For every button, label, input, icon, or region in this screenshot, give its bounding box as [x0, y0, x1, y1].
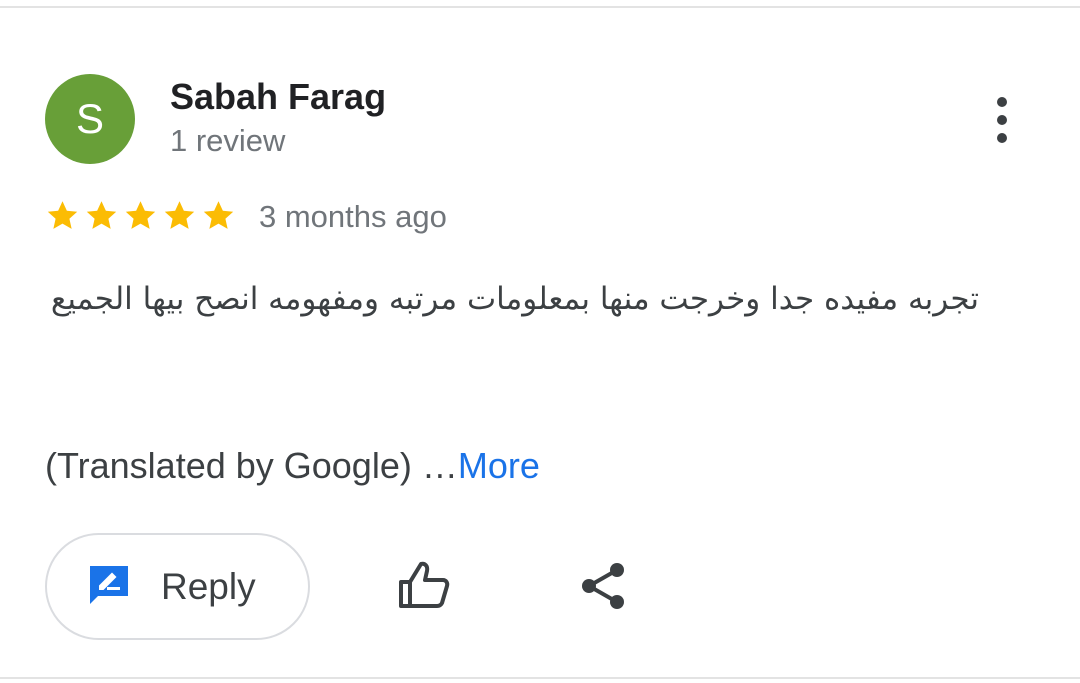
star-icon [200, 198, 237, 234]
menu-dot [997, 115, 1007, 125]
review-text: تجربه مفيده جدا وخرجت منها بمعلومات مرتب… [50, 281, 979, 317]
more-link[interactable]: More [458, 445, 540, 486]
star-icon [44, 198, 81, 234]
share-icon[interactable] [578, 560, 628, 612]
review-card: S Sabah Farag 1 review 3 months ago تجرب… [0, 0, 1080, 683]
review-time: 3 months ago [259, 199, 447, 234]
avatar-initial: S [75, 95, 104, 142]
avatar[interactable]: S [45, 74, 135, 164]
thumbs-up-icon[interactable] [395, 558, 453, 612]
star-icon [122, 198, 159, 234]
more-vert-icon[interactable] [980, 94, 1024, 146]
author-name[interactable]: Sabah Farag [170, 76, 386, 118]
star-icon [83, 198, 120, 234]
bottom-divider [0, 677, 1080, 679]
star-icon [161, 198, 198, 234]
reply-edit-icon [85, 560, 133, 613]
menu-dot [997, 97, 1007, 107]
review-count[interactable]: 1 review [170, 123, 285, 159]
menu-dot [997, 133, 1007, 143]
translation-note: (Translated by Google) …More [45, 445, 540, 487]
reply-label: Reply [161, 565, 256, 607]
top-divider [0, 6, 1080, 8]
reply-button[interactable]: Reply [45, 533, 310, 640]
translated-label: (Translated by Google) … [45, 445, 458, 486]
star-rating [44, 198, 237, 234]
